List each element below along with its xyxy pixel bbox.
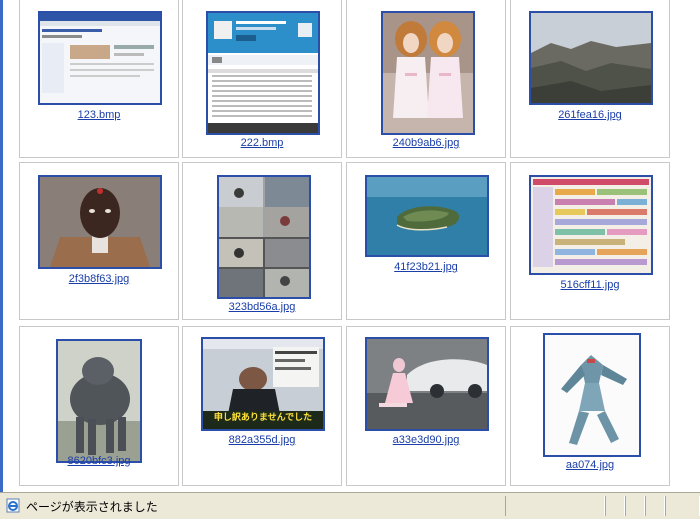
thumbnail-filename-link[interactable]: a33e3d90.jpg — [347, 434, 505, 446]
gallery-cell: a33e3d90.jpg — [346, 326, 506, 486]
gallery-cell: 2f3b8f63.jpg — [19, 162, 179, 320]
mountain-landscape-thumbnail[interactable] — [529, 11, 653, 105]
thumbnail-filename-link[interactable]: 8620bfc3.jpg — [20, 455, 178, 467]
tv-screenshot-thumbnail[interactable]: 申し訳ありませんでした — [201, 337, 325, 431]
browser-viewport: 123.bmp 222.bmp 240b9ab6.jpg 261fea16.jp… — [0, 0, 700, 492]
gallery-cell: 323bd56a.jpg — [182, 162, 342, 320]
gallery-cell: 222.bmp — [182, 0, 342, 158]
status-pane — [645, 496, 665, 516]
train-collage-thumbnail[interactable] — [217, 175, 311, 299]
car-show-photo-thumbnail[interactable] — [365, 337, 489, 431]
status-pane — [665, 496, 700, 516]
gallery-cell: 申し訳ありませんでした 882a355d.jpg — [182, 326, 342, 486]
gallery-cell: 240b9ab6.jpg — [346, 0, 506, 158]
status-bar: ページが表示されました — [0, 492, 700, 519]
island-aerial-thumbnail[interactable] — [365, 175, 489, 257]
thumbnail-filename-link[interactable]: 2f3b8f63.jpg — [20, 273, 178, 285]
gallery-cell: 516cff11.jpg — [510, 162, 670, 320]
music-playlist-screenshot-thumbnail[interactable] — [206, 11, 320, 135]
dog-photo-thumbnail[interactable] — [56, 339, 142, 463]
status-pane — [505, 496, 605, 516]
thumbnail-filename-link[interactable]: 222.bmp — [183, 137, 341, 149]
window-left-border — [0, 0, 3, 492]
ie-page-icon — [6, 498, 21, 513]
gallery-cell: 41f23b21.jpg — [346, 162, 506, 320]
thumbnail-filename-link[interactable]: 516cff11.jpg — [511, 279, 669, 291]
status-pane — [605, 496, 625, 516]
status-text: ページが表示されました — [26, 500, 158, 514]
gallery-cell: aa074.jpg — [510, 326, 670, 486]
man-portrait-thumbnail[interactable] — [38, 175, 162, 269]
thumbnail-filename-link[interactable]: 41f23b21.jpg — [347, 261, 505, 273]
two-dolls-photo-thumbnail[interactable] — [381, 11, 475, 135]
gallery-cell: 261fea16.jpg — [510, 0, 670, 158]
gallery-cell: 123.bmp — [19, 0, 179, 158]
thumbnail-filename-link[interactable]: 261fea16.jpg — [511, 109, 669, 121]
tv-caption-text: 申し訳ありませんでした — [213, 413, 313, 423]
thumbnail-filename-link[interactable]: 123.bmp — [20, 109, 178, 121]
browser-screenshot-thumbnail[interactable] — [38, 11, 162, 105]
robot-figure-thumbnail[interactable] — [543, 333, 641, 457]
thumbnail-filename-link[interactable]: 323bd56a.jpg — [183, 301, 341, 313]
gallery-cell: 8620bfc3.jpg — [19, 326, 179, 486]
status-pane — [625, 496, 645, 516]
thumbnail-filename-link[interactable]: 240b9ab6.jpg — [347, 137, 505, 149]
thumbnail-filename-link[interactable]: aa074.jpg — [511, 459, 669, 471]
thumbnail-filename-link[interactable]: 882a355d.jpg — [183, 434, 341, 446]
timeline-chart-thumbnail[interactable] — [529, 175, 653, 275]
